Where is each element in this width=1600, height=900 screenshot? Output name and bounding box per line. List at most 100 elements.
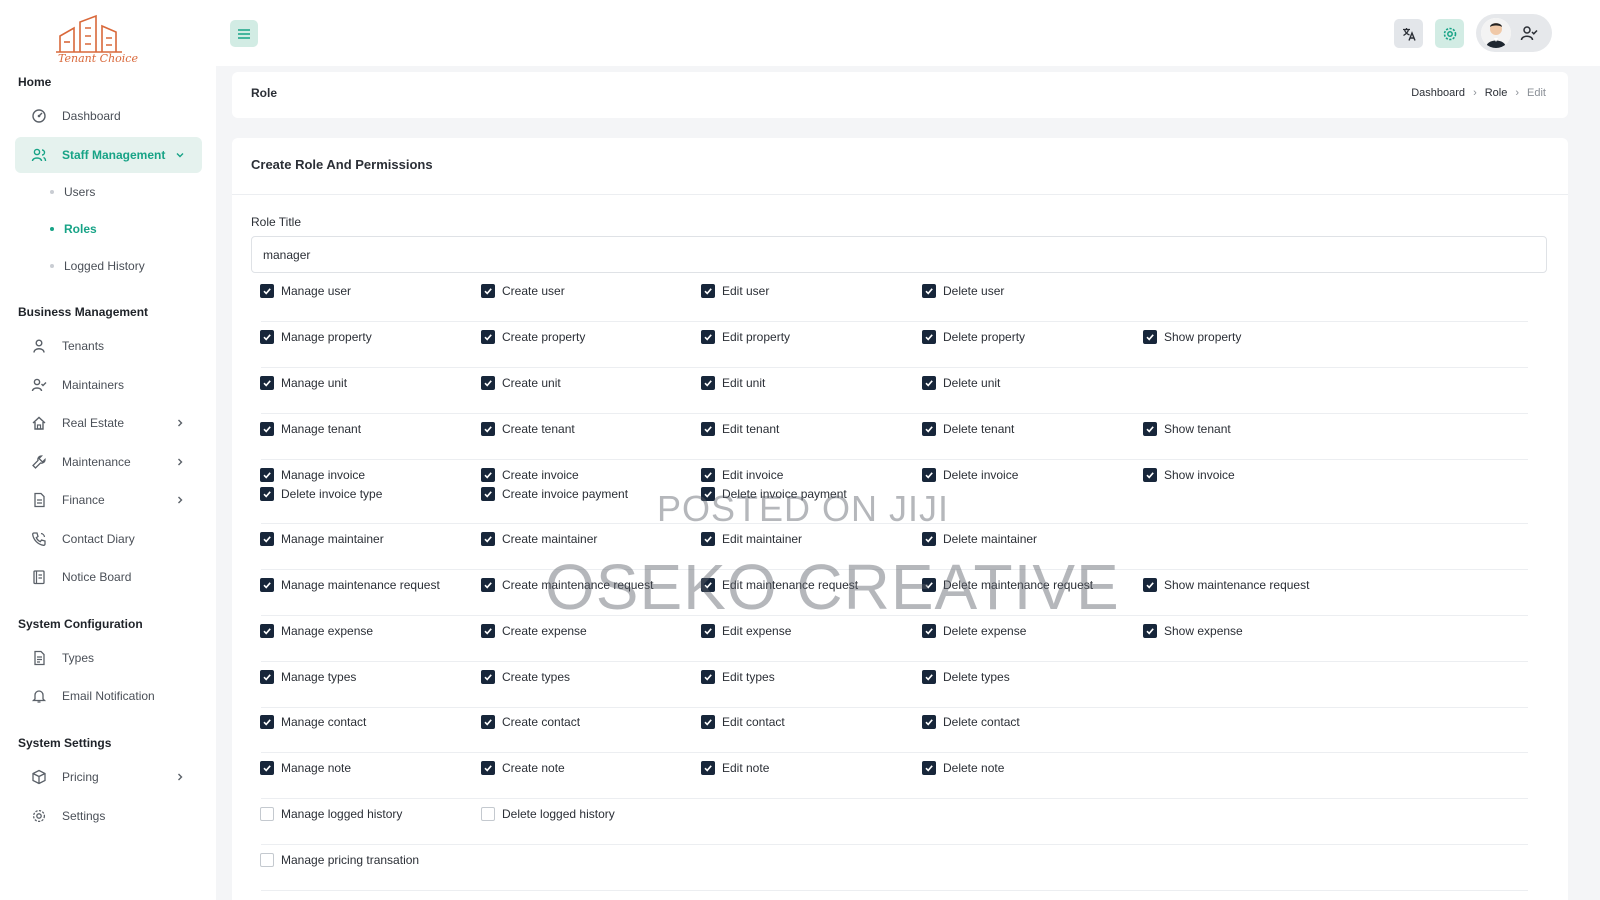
permission-checkbox-item[interactable]: Manage logged history (260, 807, 402, 821)
permission-checkbox-item[interactable]: Show tenant (1143, 422, 1231, 436)
permission-checkbox-item[interactable]: Manage maintenance request (260, 578, 440, 592)
checkbox-checked[interactable] (481, 422, 495, 436)
checkbox-checked[interactable] (481, 761, 495, 775)
permission-checkbox-item[interactable]: Show maintenance request (1143, 578, 1309, 592)
sidebar-item-finance[interactable]: Finance (15, 482, 202, 518)
checkbox-checked[interactable] (701, 532, 715, 546)
checkbox-checked[interactable] (481, 330, 495, 344)
sidebar-item-maintainers[interactable]: Maintainers (15, 367, 202, 403)
checkbox-checked[interactable] (922, 532, 936, 546)
checkbox-checked[interactable] (1143, 468, 1157, 482)
permission-checkbox-item[interactable]: Create tenant (481, 422, 575, 436)
permission-checkbox-item[interactable]: Edit note (701, 761, 769, 775)
permission-checkbox-item[interactable]: Edit invoice (701, 468, 783, 482)
permission-checkbox-item[interactable]: Create contact (481, 715, 580, 729)
permission-checkbox-item[interactable]: Edit maintainer (701, 532, 802, 546)
permission-checkbox-item[interactable]: Manage invoice (260, 468, 365, 482)
permission-checkbox-item[interactable]: Delete maintenance request (922, 578, 1093, 592)
checkbox-checked[interactable] (260, 330, 274, 344)
checkbox-checked[interactable] (481, 578, 495, 592)
permission-checkbox-item[interactable]: Show expense (1143, 624, 1243, 638)
permission-checkbox-item[interactable]: Edit user (701, 284, 769, 298)
permission-checkbox-item[interactable]: Create invoice (481, 468, 579, 482)
permission-checkbox-item[interactable]: Edit types (701, 670, 775, 684)
user-menu[interactable] (1476, 14, 1552, 52)
checkbox-unchecked[interactable] (260, 853, 274, 867)
checkbox-checked[interactable] (481, 468, 495, 482)
checkbox-checked[interactable] (481, 670, 495, 684)
permission-checkbox-item[interactable]: Manage user (260, 284, 351, 298)
permission-checkbox-item[interactable]: Create maintainer (481, 532, 597, 546)
checkbox-checked[interactable] (922, 284, 936, 298)
permission-checkbox-item[interactable]: Create invoice payment (481, 487, 628, 501)
permission-checkbox-item[interactable]: Create user (481, 284, 565, 298)
role-title-input[interactable] (251, 236, 1547, 273)
permission-checkbox-item[interactable]: Edit expense (701, 624, 791, 638)
permission-checkbox-item[interactable]: Delete invoice payment (701, 487, 847, 501)
permission-checkbox-item[interactable]: Manage maintainer (260, 532, 384, 546)
checkbox-checked[interactable] (922, 624, 936, 638)
checkbox-checked[interactable] (481, 376, 495, 390)
permission-checkbox-item[interactable]: Edit maintenance request (701, 578, 858, 592)
permission-checkbox-item[interactable]: Delete tenant (922, 422, 1014, 436)
permission-checkbox-item[interactable]: Edit unit (701, 376, 765, 390)
checkbox-checked[interactable] (922, 422, 936, 436)
permission-checkbox-item[interactable]: Edit contact (701, 715, 785, 729)
checkbox-checked[interactable] (701, 487, 715, 501)
checkbox-checked[interactable] (260, 670, 274, 684)
sidebar-item-contact-diary[interactable]: Contact Diary (15, 521, 202, 557)
sidebar-item-email-notification[interactable]: Email Notification (15, 678, 202, 714)
permission-checkbox-item[interactable]: Edit property (701, 330, 790, 344)
permission-checkbox-item[interactable]: Delete property (922, 330, 1025, 344)
sidebar-subitem-users[interactable]: Users (50, 185, 95, 199)
checkbox-checked[interactable] (260, 284, 274, 298)
checkbox-checked[interactable] (260, 422, 274, 436)
permission-checkbox-item[interactable]: Delete types (922, 670, 1010, 684)
permission-checkbox-item[interactable]: Delete expense (922, 624, 1026, 638)
checkbox-checked[interactable] (922, 330, 936, 344)
checkbox-checked[interactable] (701, 715, 715, 729)
checkbox-checked[interactable] (701, 468, 715, 482)
checkbox-checked[interactable] (701, 761, 715, 775)
permission-checkbox-item[interactable]: Delete unit (922, 376, 1000, 390)
checkbox-checked[interactable] (481, 487, 495, 501)
checkbox-unchecked[interactable] (481, 807, 495, 821)
sidebar-item-tenants[interactable]: Tenants (15, 328, 202, 364)
permission-checkbox-item[interactable]: Delete logged history (481, 807, 615, 821)
checkbox-checked[interactable] (701, 330, 715, 344)
checkbox-checked[interactable] (481, 624, 495, 638)
permission-checkbox-item[interactable]: Delete user (922, 284, 1004, 298)
breadcrumb-dashboard[interactable]: Dashboard (1411, 87, 1465, 99)
permission-checkbox-item[interactable]: Delete invoice (922, 468, 1018, 482)
permission-checkbox-item[interactable]: Delete maintainer (922, 532, 1037, 546)
checkbox-checked[interactable] (922, 670, 936, 684)
checkbox-checked[interactable] (260, 468, 274, 482)
permission-checkbox-item[interactable]: Delete invoice type (260, 487, 382, 501)
sidebar-item-maintenance[interactable]: Maintenance (15, 444, 202, 480)
permission-checkbox-item[interactable]: Delete contact (922, 715, 1020, 729)
permission-checkbox-item[interactable]: Manage property (260, 330, 372, 344)
sidebar-item-types[interactable]: Types (15, 640, 202, 676)
permission-checkbox-item[interactable]: Create maintenance request (481, 578, 653, 592)
checkbox-checked[interactable] (260, 487, 274, 501)
brand-logo[interactable]: Tenant Choice (52, 14, 144, 70)
checkbox-checked[interactable] (260, 532, 274, 546)
language-button[interactable] (1394, 19, 1423, 48)
checkbox-checked[interactable] (701, 422, 715, 436)
checkbox-unchecked[interactable] (260, 807, 274, 821)
permission-checkbox-item[interactable]: Create expense (481, 624, 587, 638)
permission-checkbox-item[interactable]: Manage contact (260, 715, 366, 729)
sidebar-item-real-estate[interactable]: Real Estate (15, 405, 202, 441)
sidebar-item-staff-management[interactable]: Staff Management (15, 137, 202, 173)
checkbox-checked[interactable] (260, 715, 274, 729)
checkbox-checked[interactable] (1143, 578, 1157, 592)
permission-checkbox-item[interactable]: Show property (1143, 330, 1241, 344)
checkbox-checked[interactable] (922, 376, 936, 390)
permission-checkbox-item[interactable]: Manage note (260, 761, 351, 775)
checkbox-checked[interactable] (922, 468, 936, 482)
permission-checkbox-item[interactable]: Create unit (481, 376, 561, 390)
permission-checkbox-item[interactable]: Edit tenant (701, 422, 779, 436)
permission-checkbox-item[interactable]: Manage pricing transation (260, 853, 419, 867)
permission-checkbox-item[interactable]: Create types (481, 670, 570, 684)
checkbox-checked[interactable] (701, 624, 715, 638)
